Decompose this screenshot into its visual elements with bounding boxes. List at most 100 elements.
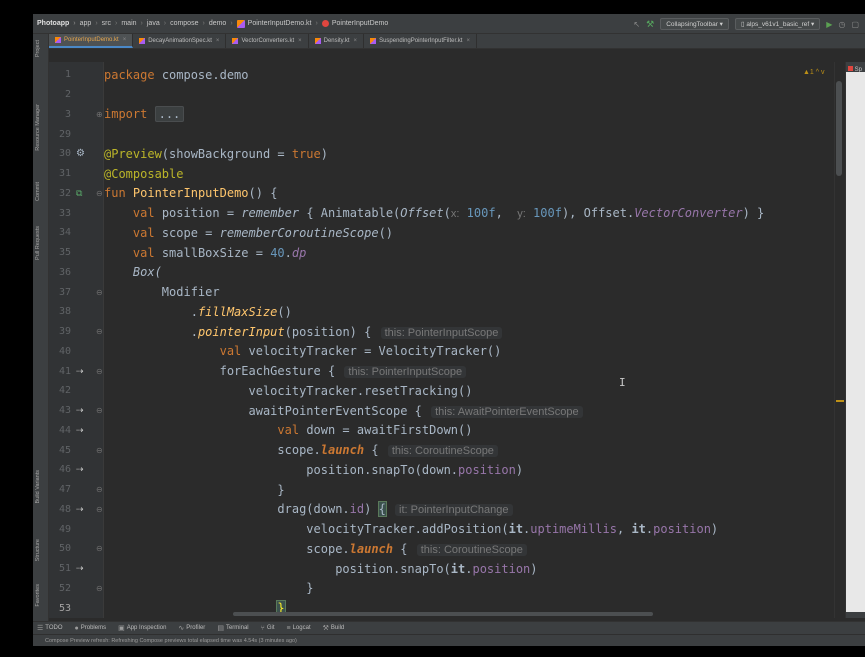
- debug-icon[interactable]: ◷: [838, 20, 845, 29]
- terminal-tool-button[interactable]: ▤ Terminal: [217, 624, 248, 632]
- code-text[interactable]: .pointerInput(position) { this: PointerI…: [104, 325, 504, 339]
- fold-icon[interactable]: ⊕: [96, 110, 103, 119]
- code-text[interactable]: @Preview(showBackground = true): [104, 147, 328, 161]
- git-tool-button[interactable]: ⑂ Git: [261, 625, 275, 632]
- list-icon: ☰: [37, 625, 44, 632]
- close-icon[interactable]: ×: [298, 38, 302, 44]
- line-number: 35: [58, 247, 71, 259]
- problems-tool-button[interactable]: ● Problems: [75, 625, 107, 632]
- code-text[interactable]: fun PointerInputDemo() {: [104, 186, 277, 200]
- code-text[interactable]: import ...: [104, 106, 185, 123]
- hammer-icon[interactable]: ⚒: [646, 19, 654, 30]
- hammer-icon: ⚒: [322, 625, 329, 632]
- code-text[interactable]: }: [104, 581, 313, 595]
- line-number: 44: [58, 424, 71, 436]
- code-text[interactable]: position.snapTo(down.position): [104, 463, 523, 477]
- code-text[interactable]: drag(down.id) { it: PointerInputChange: [104, 501, 515, 518]
- fold-icon[interactable]: ⊖: [96, 505, 103, 514]
- inspection-widget[interactable]: ▲1 ^ v: [803, 69, 825, 76]
- code-line: 42 velocityTracker.resetTracking(): [33, 381, 833, 401]
- fold-icon[interactable]: ⊖: [96, 288, 103, 297]
- line-number: 33: [58, 207, 71, 219]
- breadcrumb-main[interactable]: main ›: [121, 20, 147, 27]
- todo-tool-button[interactable]: ☰ TODO: [37, 624, 63, 632]
- breadcrumb-demo[interactable]: demo ›: [209, 20, 237, 27]
- code-text[interactable]: Modifier: [104, 285, 220, 299]
- breadcrumb-file[interactable]: PointerInputDemo.kt ›: [236, 19, 322, 28]
- tab-decay-animation-spec[interactable]: DecayAnimationSpec.kt ×: [133, 34, 227, 48]
- tab-vector-converters[interactable]: VectorConverters.kt ×: [226, 34, 309, 48]
- breadcrumb-project[interactable]: Photoapp ›: [37, 20, 80, 27]
- code-text[interactable]: velocityTracker.addPosition(it.uptimeMil…: [104, 522, 718, 536]
- close-icon[interactable]: ×: [466, 38, 470, 44]
- device-dropdown[interactable]: ▯ alps_v61v1_basic_ref ▾: [734, 18, 821, 30]
- more-icon[interactable]: ▢: [851, 20, 859, 29]
- code-text[interactable]: scope.launch { this: CoroutineScope: [104, 443, 500, 458]
- code-text[interactable]: awaitPointerEventScope { this: AwaitPoin…: [104, 404, 585, 418]
- app-inspection-tool-button[interactable]: ▣ App Inspection: [118, 624, 166, 632]
- code-text[interactable]: velocityTracker.resetTracking(): [104, 384, 473, 398]
- tab-density[interactable]: Density.kt ×: [309, 34, 365, 48]
- code-text[interactable]: val velocityTracker = VelocityTracker(): [104, 344, 502, 358]
- fold-icon[interactable]: ⊖: [96, 584, 103, 593]
- code-line: 30 ⚙ @Preview(showBackground = true): [33, 144, 833, 164]
- tab-pointer-input-demo[interactable]: PointerInputDemo.kt ×: [49, 34, 134, 48]
- fold-icon[interactable]: ⊖: [96, 406, 103, 415]
- warning-marker[interactable]: [836, 400, 844, 402]
- code-text[interactable]: package compose.demo: [104, 68, 249, 82]
- gear-icon[interactable]: ⚙: [76, 148, 85, 159]
- breadcrumb-function[interactable]: PointerInputDemo: [321, 20, 388, 27]
- suspend-call-icon: ⇢: [76, 464, 84, 475]
- folded-imports[interactable]: ...: [154, 106, 185, 123]
- run-icon[interactable]: ▶: [826, 20, 832, 29]
- breadcrumb-java[interactable]: java ›: [147, 20, 170, 27]
- tab-suspending-pointer-input-filter[interactable]: SuspendingPointerInputFilter.kt ×: [364, 34, 477, 48]
- code-line: 36 Box(: [33, 263, 833, 283]
- breadcrumb-app[interactable]: app ›: [80, 20, 102, 27]
- suspend-call-icon: ⇢: [76, 424, 84, 435]
- fold-icon[interactable]: ⊖: [96, 446, 103, 455]
- code-line: 48 ⇢ ⊖ drag(down.id) { it: PointerInputC…: [33, 500, 833, 520]
- composable-preview-icon[interactable]: ⧉: [76, 188, 82, 199]
- code-text[interactable]: }: [104, 483, 284, 497]
- fold-icon[interactable]: ⊖: [96, 485, 103, 494]
- code-text[interactable]: scope.launch { this: CoroutineScope: [104, 542, 529, 556]
- kotlin-file-icon: [55, 36, 61, 43]
- close-icon[interactable]: ×: [123, 37, 127, 43]
- code-text[interactable]: @Composable: [104, 167, 183, 181]
- code-text[interactable]: val scope = rememberCoroutineScope(): [104, 226, 393, 240]
- breadcrumb-src[interactable]: src ›: [102, 20, 122, 27]
- run-config-dropdown[interactable]: CollapsingToolbar ▾: [660, 18, 729, 30]
- code-text[interactable]: position.snapTo(it.position): [104, 562, 537, 576]
- horizontal-scrollbar-thumb[interactable]: [233, 612, 653, 616]
- inspection-icon: ▣: [118, 625, 125, 632]
- code-text[interactable]: Box(: [104, 265, 162, 279]
- terminal-icon: ▤: [217, 625, 224, 632]
- logcat-tool-button[interactable]: ≡ Logcat: [287, 625, 311, 632]
- back-arrow-icon[interactable]: ↖: [633, 20, 640, 29]
- code-line: 52 ⊖ }: [33, 579, 833, 599]
- code-text[interactable]: .fillMaxSize(): [104, 305, 292, 319]
- code-text[interactable]: val position = remember { Animatable(Off…: [104, 206, 764, 220]
- fold-icon[interactable]: ⊖: [96, 544, 103, 553]
- build-tool-button[interactable]: ⚒ Build: [323, 624, 345, 632]
- code-text[interactable]: val smallBoxSize = 40.dp: [104, 246, 306, 260]
- line-number: 53: [58, 602, 71, 614]
- code-text[interactable]: forEachGesture { this: PointerInputScope: [104, 364, 468, 379]
- code-text[interactable]: val down = awaitFirstDown(): [104, 423, 472, 437]
- fold-icon[interactable]: ⊖: [96, 189, 103, 198]
- line-number: 51: [58, 563, 71, 575]
- line-number: 40: [58, 345, 71, 357]
- code-line: 40 val velocityTracker = VelocityTracker…: [33, 342, 833, 362]
- project-tool-tab[interactable]: Project: [35, 40, 41, 57]
- code-line: 39 ⊖ .pointerInput(position) { this: Poi…: [33, 322, 833, 342]
- line-number: 34: [58, 227, 71, 239]
- preview-surface[interactable]: [846, 72, 865, 612]
- profiler-tool-button[interactable]: ∿ Profiler: [178, 624, 205, 632]
- fold-icon[interactable]: ⊖: [96, 327, 103, 336]
- close-icon[interactable]: ×: [216, 38, 220, 44]
- breadcrumb-compose[interactable]: compose ›: [170, 20, 209, 27]
- vertical-scrollbar-thumb[interactable]: [836, 81, 842, 176]
- close-icon[interactable]: ×: [354, 38, 358, 44]
- fold-icon[interactable]: ⊖: [96, 367, 103, 376]
